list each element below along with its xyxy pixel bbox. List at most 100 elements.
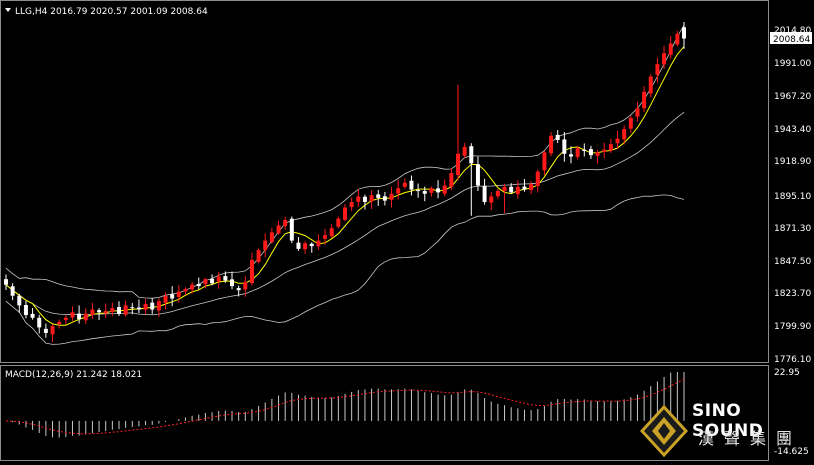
candle-body	[283, 219, 288, 227]
price-axis[interactable]: 2014.80 1991.00 1967.20 1943.40 1918.90 …	[770, 26, 812, 365]
price-tick: 1847.50	[774, 257, 811, 267]
candle-body	[97, 310, 102, 313]
candle-body	[183, 288, 188, 292]
candle-body	[150, 302, 155, 310]
candle-body	[436, 188, 441, 193]
candle-body	[57, 321, 62, 325]
candle-body	[449, 173, 454, 187]
candle-body	[349, 202, 354, 208]
candle-body	[289, 218, 294, 241]
candle-body	[103, 310, 108, 314]
candle-body	[402, 182, 407, 187]
candle-body	[10, 286, 15, 296]
candle-body	[615, 138, 620, 144]
logo-chinese-name: 漢聲集團	[698, 429, 803, 448]
candle-body	[462, 146, 467, 156]
candle-body	[303, 243, 308, 250]
candle-body	[63, 317, 68, 321]
symbol-info: LLG,H4 2016.79 2020.57 2001.09 2008.64	[15, 7, 208, 17]
price-tick: 1776.10	[774, 355, 811, 365]
current-price-label: 2008.64	[773, 35, 810, 45]
candle-body	[396, 188, 401, 194]
candle-body	[170, 294, 175, 299]
chart-canvas[interactable]: LLG,H4 2016.79 2020.57 2001.09 2008.64 2…	[0, 0, 814, 461]
candle-body	[422, 190, 427, 194]
candle-body	[382, 196, 387, 201]
candle-body	[569, 154, 573, 157]
candle-body	[622, 128, 627, 140]
candle-body	[502, 186, 507, 192]
candle-body	[243, 281, 248, 290]
candle-body	[542, 152, 547, 171]
candle-body	[416, 190, 421, 192]
fast-ma-line	[5, 46, 685, 326]
candle-body	[143, 304, 148, 310]
candle-body	[269, 232, 274, 243]
candle-body	[296, 242, 301, 249]
price-tick: 1799.90	[774, 322, 811, 332]
candle-body	[329, 228, 334, 237]
candle-body	[369, 195, 374, 202]
candle-body	[90, 309, 95, 316]
candle-body	[83, 313, 88, 321]
candle-body	[156, 301, 161, 311]
macd-tick-top: 22.95	[774, 368, 800, 378]
candle-body	[509, 186, 514, 193]
candle-body	[37, 317, 42, 328]
candle-body	[123, 305, 128, 315]
candle-body	[356, 196, 361, 202]
candle-body	[602, 149, 607, 152]
candle-body	[196, 283, 201, 287]
triangle-down-icon[interactable]	[5, 8, 11, 12]
price-tick: 1943.40	[774, 125, 811, 135]
candle-body	[190, 284, 195, 290]
candle-body	[608, 144, 613, 151]
macd-label: MACD(12,26,9) 21.242 18.021	[5, 370, 142, 380]
bollinger-bands	[5, 24, 685, 345]
candle-body	[236, 288, 241, 291]
candle-body	[648, 76, 653, 94]
candle-body	[263, 240, 268, 251]
candle-body	[682, 27, 686, 39]
candle-body	[223, 276, 228, 281]
candle-body	[642, 91, 647, 109]
candle-body	[668, 43, 673, 55]
candle-body	[529, 184, 534, 191]
candle-body	[110, 308, 115, 312]
price-tick: 1967.20	[774, 92, 811, 102]
price-tick: 1895.10	[774, 192, 811, 202]
candle-body	[136, 307, 141, 310]
candle-body	[249, 259, 254, 284]
chart-window[interactable]: LLG,H4 2016.79 2020.57 2001.09 2008.64 2…	[0, 0, 814, 461]
candlesticks	[4, 22, 686, 343]
candle-body	[555, 134, 560, 140]
candle-body	[515, 186, 520, 195]
candle-body	[522, 186, 527, 190]
moving-average	[5, 46, 685, 326]
candle-body	[336, 218, 341, 227]
candle-body	[316, 240, 321, 247]
candle-body	[456, 153, 460, 176]
candle-body	[323, 235, 328, 239]
sino-sound-logo: SINO SOUND 漢聲集團	[640, 401, 810, 459]
candle-body	[210, 278, 215, 284]
candle-body	[549, 135, 554, 154]
candle-body	[588, 149, 593, 156]
candle-body	[4, 279, 8, 285]
candle-body	[429, 188, 434, 193]
candle-body	[17, 295, 22, 306]
candle-body	[582, 149, 587, 152]
candle-body	[475, 164, 480, 186]
candle-body	[216, 276, 221, 282]
candle-body	[628, 117, 633, 129]
candle-body	[635, 108, 640, 117]
candle-body	[562, 139, 567, 154]
candle-body	[482, 185, 487, 203]
main-chart-frame	[0, 0, 769, 363]
candle-body	[309, 243, 314, 247]
candle-body	[30, 313, 35, 318]
candle-body	[575, 148, 580, 157]
candle-body	[595, 152, 600, 156]
candle-body	[176, 291, 181, 298]
candle-body	[362, 196, 367, 203]
